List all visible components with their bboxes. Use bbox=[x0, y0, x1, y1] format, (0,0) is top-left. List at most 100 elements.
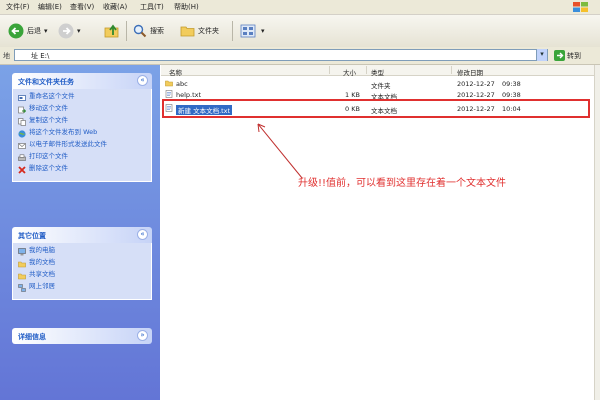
file-tasks-title: 文件和文件夹任务 bbox=[18, 78, 74, 86]
scrollbar-track[interactable] bbox=[594, 65, 600, 400]
forward-button[interactable]: ▾ bbox=[58, 20, 81, 42]
column-divider[interactable] bbox=[329, 66, 330, 74]
column-header: 名称 大小 类型 修改日期 bbox=[161, 65, 600, 77]
file-name: help.txt bbox=[176, 91, 202, 99]
search-label: 搜索 bbox=[150, 27, 164, 35]
chevron-down-icon[interactable]: ▾ bbox=[77, 27, 81, 35]
column-name[interactable]: 名称 bbox=[169, 67, 182, 77]
address-value: 址 E:\ bbox=[31, 52, 50, 60]
toolbar-separator bbox=[232, 21, 233, 41]
file-date: 2012-12-27 bbox=[457, 80, 495, 88]
go-arrow-icon bbox=[554, 50, 565, 61]
file-name: abc bbox=[176, 80, 188, 88]
details-header[interactable]: 详细信息 » bbox=[12, 328, 152, 344]
menu-help[interactable]: 帮助(H) bbox=[174, 2, 199, 12]
column-size[interactable]: 大小 bbox=[343, 67, 356, 77]
details-panel: 详细信息 » bbox=[12, 328, 152, 344]
annotation-text: 升级!!值前，可以看到这里存在着一个文本文件 bbox=[298, 178, 507, 189]
file-row[interactable]: abc 文件夹 2012-12-27 09:38 bbox=[165, 79, 595, 90]
file-size: 1 KB bbox=[345, 91, 360, 99]
place-shared-documents[interactable]: 共享文档 bbox=[13, 271, 151, 281]
menu-tools[interactable]: 工具(T) bbox=[140, 2, 164, 12]
shared-folder-icon bbox=[18, 273, 26, 280]
up-folder-icon bbox=[104, 24, 119, 38]
menu-bar: 文件(F) 编辑(E) 查看(V) 收藏(A) 工具(T) 帮助(H) bbox=[0, 0, 600, 15]
email-icon bbox=[18, 143, 26, 149]
task-pane: 文件和文件夹任务 « 重命名这个文件 移动这个文件 复制这个文件 将这个文件发布… bbox=[0, 65, 160, 400]
task-delete[interactable]: 删除这个文件 bbox=[13, 165, 151, 175]
collapse-icon[interactable]: « bbox=[137, 229, 148, 240]
folders-button[interactable]: 文件夹 bbox=[180, 20, 219, 42]
column-type[interactable]: 类型 bbox=[371, 67, 384, 77]
network-icon bbox=[18, 284, 26, 292]
computer-icon bbox=[18, 248, 26, 256]
other-places-list: 我的电脑 我的文档 共享文档 网上邻居 bbox=[12, 243, 152, 300]
column-divider[interactable] bbox=[366, 66, 367, 74]
task-copy[interactable]: 复制这个文件 bbox=[13, 117, 151, 127]
address-dropdown-icon[interactable]: ▾ bbox=[536, 49, 547, 61]
folder-icon bbox=[180, 26, 195, 37]
file-type: 文件夹 bbox=[371, 82, 391, 90]
menu-file[interactable]: 文件(F) bbox=[6, 2, 30, 12]
task-email[interactable]: 以电子邮件形式发送此文件 bbox=[13, 141, 151, 151]
task-label: 移动这个文件 bbox=[29, 104, 68, 112]
menu-favorites[interactable]: 收藏(A) bbox=[103, 2, 127, 12]
views-button[interactable]: ▾ bbox=[240, 20, 265, 42]
move-icon bbox=[18, 106, 26, 114]
folder-icon bbox=[165, 80, 173, 87]
search-icon bbox=[133, 24, 147, 38]
other-places-panel: 其它位置 « 我的电脑 我的文档 共享文档 网上邻居 bbox=[12, 227, 152, 300]
expand-icon[interactable]: » bbox=[137, 330, 148, 341]
documents-folder-icon bbox=[18, 261, 26, 268]
address-label: 地 bbox=[3, 52, 10, 60]
place-my-computer[interactable]: 我的电脑 bbox=[13, 247, 151, 257]
menu-edit[interactable]: 编辑(E) bbox=[38, 2, 62, 12]
back-label: 后退 bbox=[27, 27, 41, 35]
file-time: 09:38 bbox=[502, 80, 521, 88]
place-my-documents[interactable]: 我的文档 bbox=[13, 259, 151, 269]
file-tasks-header[interactable]: 文件和文件夹任务 « bbox=[12, 73, 152, 89]
chevron-down-icon[interactable]: ▾ bbox=[261, 27, 265, 35]
file-row[interactable]: help.txt 1 KB 文本文档 2012-12-27 09:38 bbox=[165, 90, 595, 101]
task-label: 删除这个文件 bbox=[29, 164, 68, 172]
task-label: 重命名这个文件 bbox=[29, 92, 75, 100]
folders-label: 文件夹 bbox=[198, 27, 219, 35]
toolbar-separator bbox=[126, 21, 127, 41]
chevron-down-icon[interactable]: ▾ bbox=[44, 27, 48, 35]
rename-icon bbox=[18, 95, 26, 101]
annotation-arrow bbox=[257, 123, 303, 179]
place-label: 我的电脑 bbox=[29, 246, 55, 254]
other-places-header[interactable]: 其它位置 « bbox=[12, 227, 152, 243]
place-label: 我的文档 bbox=[29, 258, 55, 266]
file-date: 2012-12-27 bbox=[457, 91, 495, 99]
copy-icon bbox=[18, 118, 26, 126]
address-input[interactable]: 址 E:\ bbox=[14, 49, 548, 61]
task-label: 复制这个文件 bbox=[29, 116, 68, 124]
delete-icon bbox=[18, 166, 26, 174]
collapse-icon[interactable]: « bbox=[137, 75, 148, 86]
back-button[interactable]: 后退 ▾ bbox=[8, 20, 48, 42]
place-label: 网上邻居 bbox=[29, 282, 55, 290]
forward-arrow-icon bbox=[58, 23, 74, 39]
file-tasks-list: 重命名这个文件 移动这个文件 复制这个文件 将这个文件发布到 Web 以电子邮件… bbox=[12, 89, 152, 182]
search-button[interactable]: 搜索 bbox=[133, 20, 164, 42]
details-title: 详细信息 bbox=[18, 333, 46, 341]
printer-icon bbox=[18, 154, 26, 161]
column-divider[interactable] bbox=[451, 66, 452, 74]
text-file-icon bbox=[165, 90, 173, 98]
place-network[interactable]: 网上邻居 bbox=[13, 283, 151, 293]
go-button[interactable]: 转到 bbox=[554, 49, 594, 62]
highlight-box bbox=[162, 99, 590, 118]
task-print[interactable]: 打印这个文件 bbox=[13, 153, 151, 163]
task-rename[interactable]: 重命名这个文件 bbox=[13, 93, 151, 103]
task-publish-web[interactable]: 将这个文件发布到 Web bbox=[13, 129, 151, 139]
windows-logo-icon bbox=[573, 2, 588, 12]
task-move[interactable]: 移动这个文件 bbox=[13, 105, 151, 115]
menu-view[interactable]: 查看(V) bbox=[70, 2, 94, 12]
column-modified[interactable]: 修改日期 bbox=[457, 67, 483, 77]
task-label: 将这个文件发布到 Web bbox=[29, 128, 98, 136]
globe-icon bbox=[18, 130, 26, 138]
file-tasks-panel: 文件和文件夹任务 « 重命名这个文件 移动这个文件 复制这个文件 将这个文件发布… bbox=[12, 73, 152, 182]
place-label: 共享文档 bbox=[29, 270, 55, 278]
up-folder-button[interactable] bbox=[104, 20, 120, 42]
